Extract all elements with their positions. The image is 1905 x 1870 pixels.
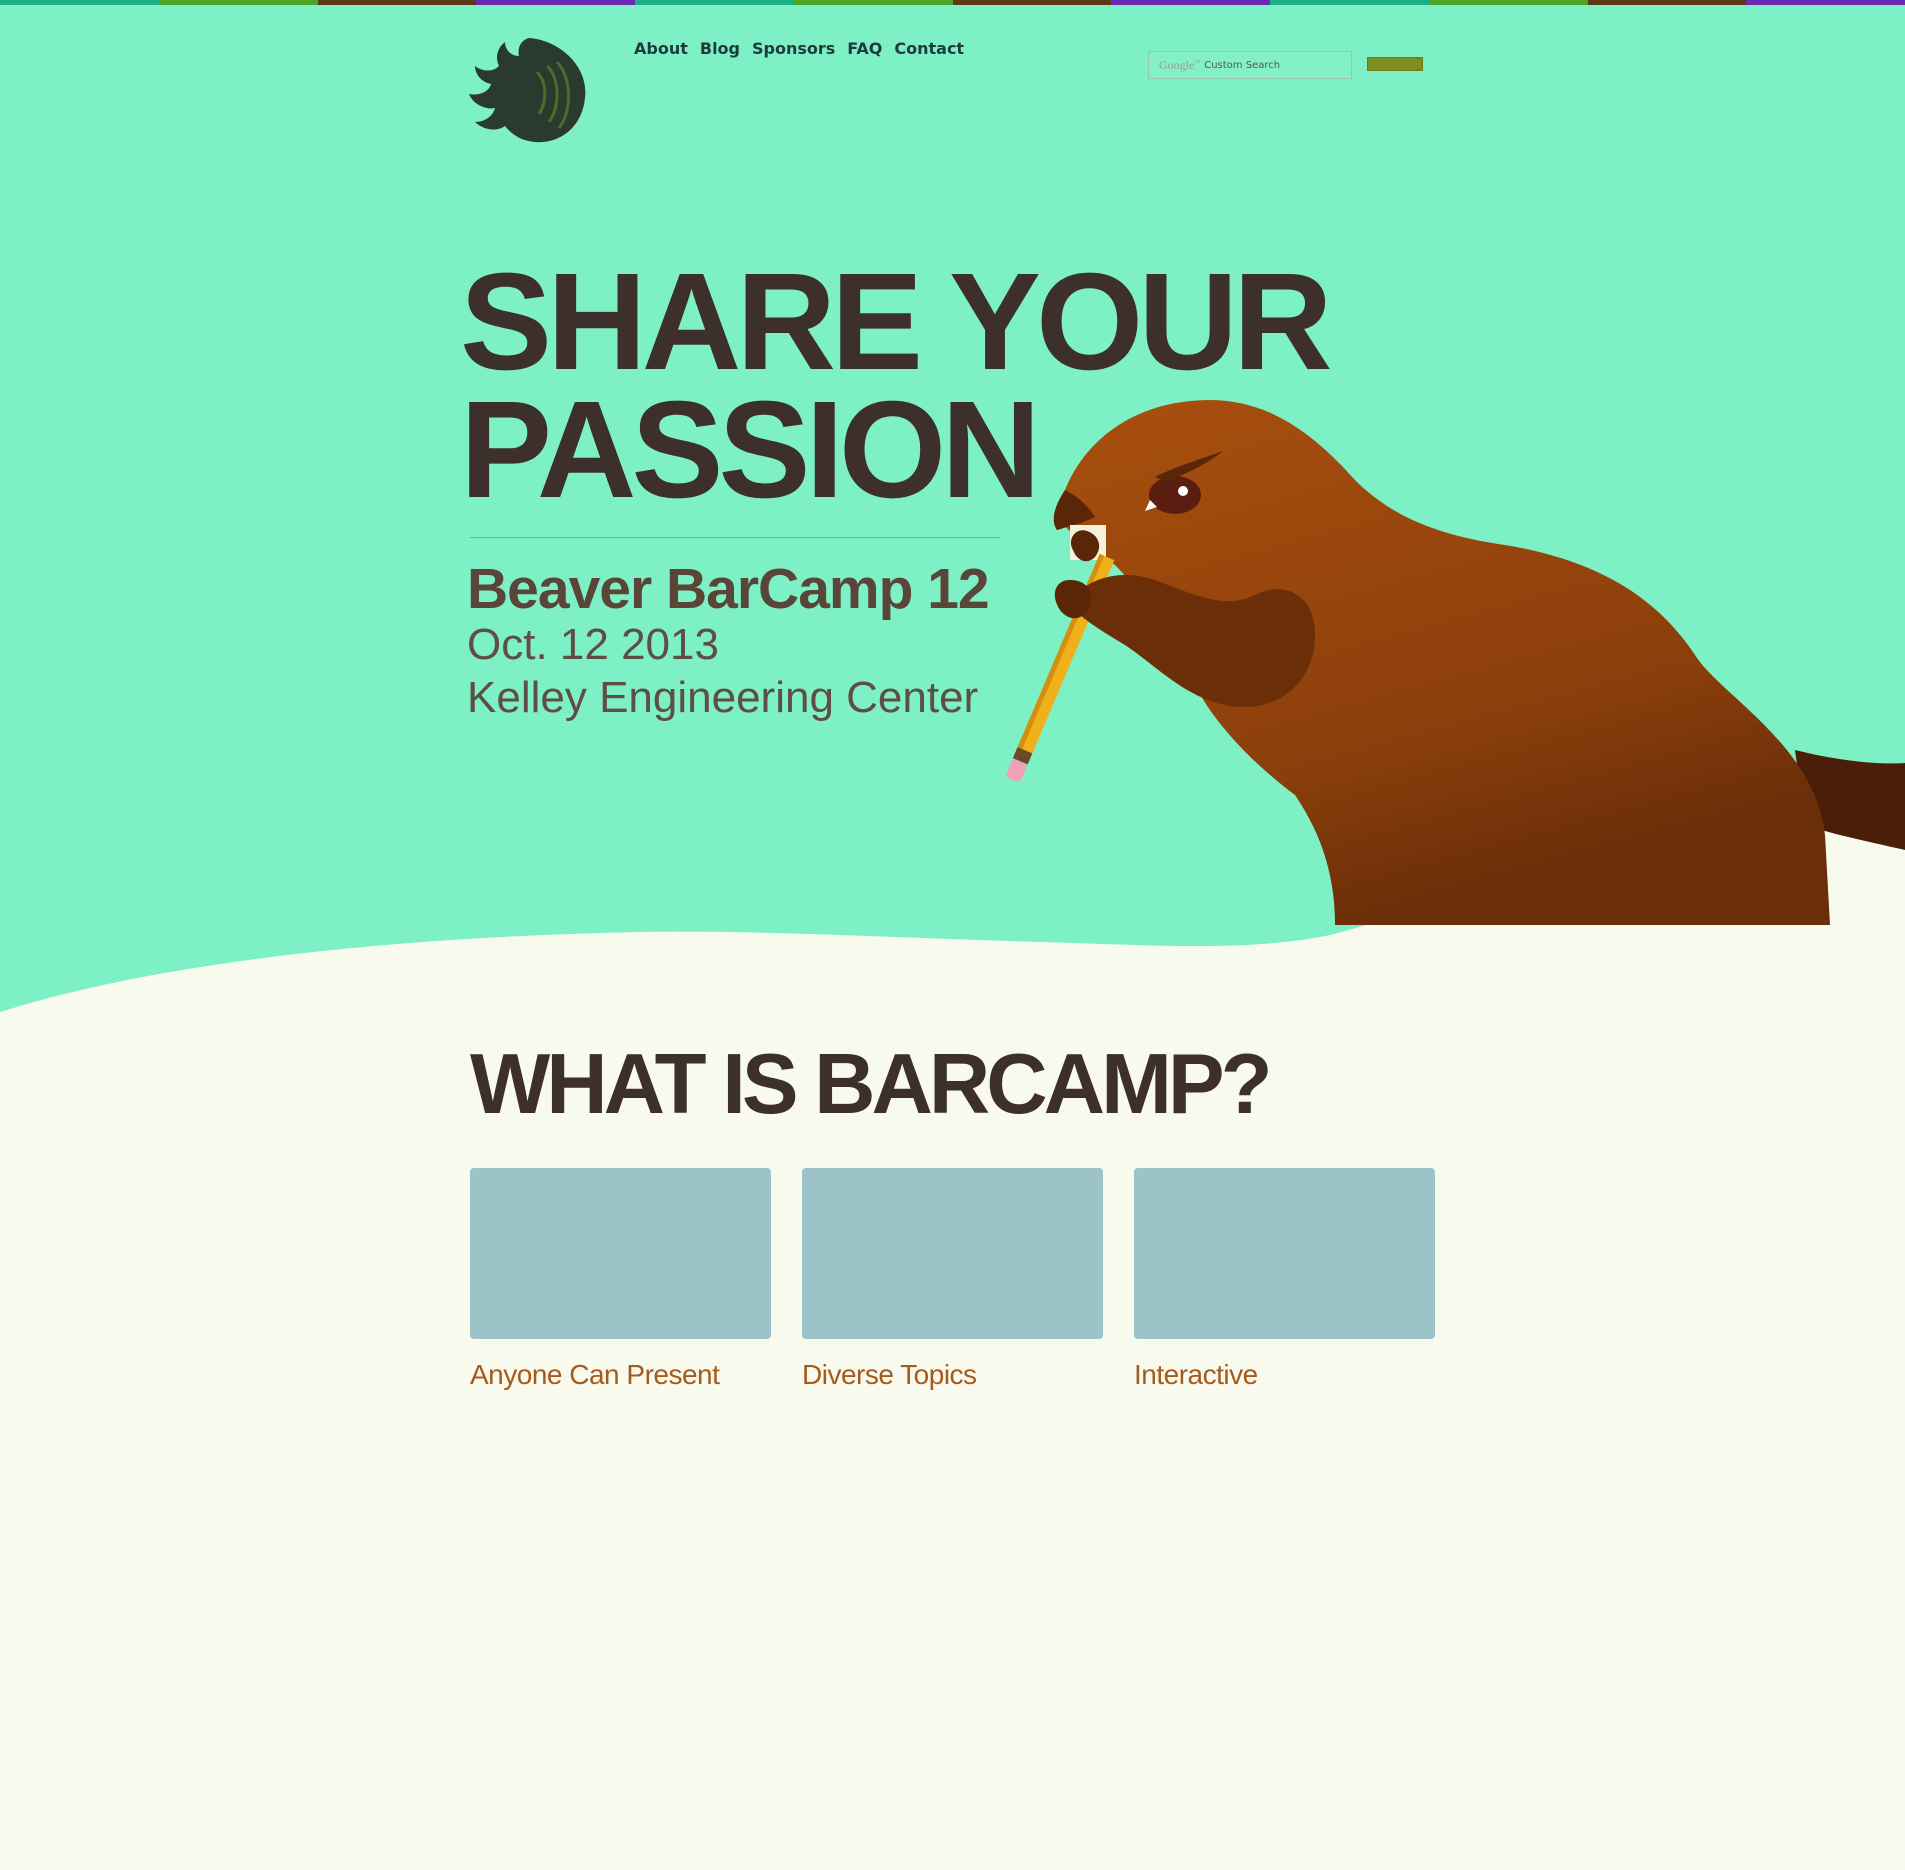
feature-card[interactable]: Interactive <box>1134 1168 1435 1392</box>
strip-segment <box>1111 0 1270 5</box>
search-box: Google™ <box>1148 51 1352 79</box>
google-brand-text: Google <box>1159 57 1195 72</box>
strip-segment <box>1587 0 1747 5</box>
feature-label: Interactive <box>1134 1359 1258 1390</box>
nav-faq[interactable]: FAQ <box>847 39 882 58</box>
top-color-strip <box>0 0 1905 5</box>
strip-segment <box>0 0 159 5</box>
search-button[interactable] <box>1367 57 1423 71</box>
strip-segment <box>793 0 953 5</box>
nav-blog[interactable]: Blog <box>700 39 740 58</box>
hero-title-line1: SHARE YOUR <box>460 245 1333 399</box>
strip-segment <box>317 0 477 5</box>
nav-about[interactable]: About <box>634 39 688 58</box>
strip-segment <box>1746 0 1905 5</box>
main-nav: About Blog Sponsors FAQ Contact <box>634 39 964 58</box>
flame-logo-icon[interactable] <box>467 36 589 146</box>
google-brand-mark: Google™ <box>1159 57 1201 72</box>
feature-label: Anyone Can Present <box>470 1359 720 1390</box>
strip-segment <box>476 0 635 5</box>
section-title: WHAT IS BARCAMP? <box>470 1037 1272 1132</box>
hero-divider <box>470 537 1000 538</box>
feature-thumbnail <box>1134 1168 1435 1339</box>
feature-card[interactable]: Anyone Can Present <box>470 1168 771 1392</box>
search-input[interactable] <box>1204 59 1345 71</box>
event-venue: Kelley Engineering Center <box>467 673 979 722</box>
nav-contact[interactable]: Contact <box>894 39 964 58</box>
strip-segment <box>952 0 1112 5</box>
feature-card[interactable]: Diverse Topics <box>802 1168 1103 1392</box>
strip-segment <box>1270 0 1429 5</box>
feature-label: Diverse Topics <box>802 1359 977 1390</box>
strip-segment <box>635 0 794 5</box>
event-date: Oct. 12 2013 <box>467 620 719 669</box>
hero-title-line2: PASSION <box>460 373 1041 527</box>
nav-sponsors[interactable]: Sponsors <box>752 39 835 58</box>
strip-segment <box>158 0 318 5</box>
feature-thumbnail <box>802 1168 1103 1339</box>
strip-segment <box>1428 0 1588 5</box>
feature-thumbnail <box>470 1168 771 1339</box>
hero-title: SHARE YOUR PASSION <box>460 245 1333 527</box>
event-name: Beaver BarCamp 12 <box>467 557 990 621</box>
